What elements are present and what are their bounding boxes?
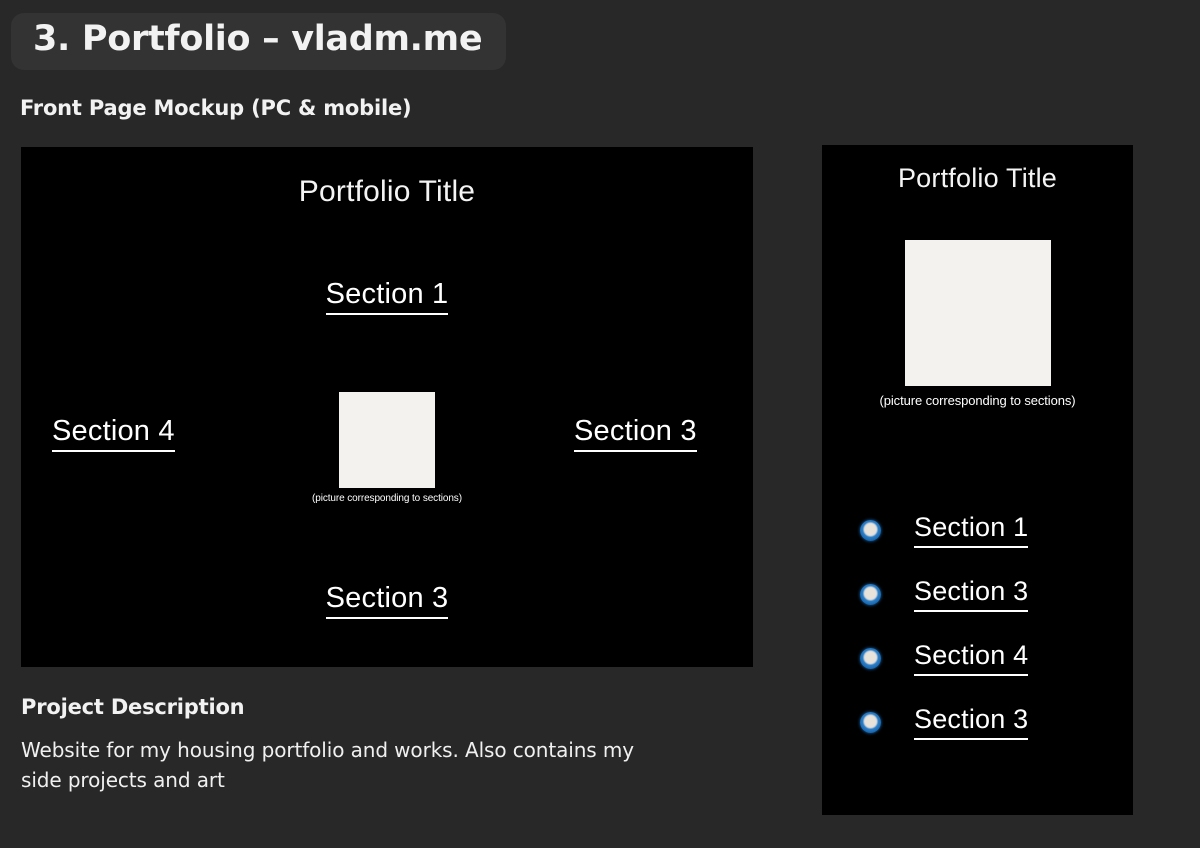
framed-picture-icon <box>339 392 435 488</box>
slide-root: 3. Portfolio – vladm.me Front Page Mocku… <box>0 0 1200 848</box>
desktop-section-bottom: Section 3 <box>21 582 753 620</box>
mobile-section-link[interactable]: Section 3 <box>914 576 1029 612</box>
page-title: 3. Portfolio – vladm.me <box>33 19 483 59</box>
radio-button-icon <box>860 519 881 541</box>
project-description-body: Website for my housing portfolio and wor… <box>21 738 634 792</box>
mobile-section-link[interactable]: Section 4 <box>914 640 1029 676</box>
desktop-picture-caption: (picture corresponding to sections) <box>312 493 462 504</box>
mobile-portfolio-title: Portfolio Title <box>897 163 1058 193</box>
radio-button-icon <box>860 711 881 733</box>
list-item[interactable]: Section 3 <box>822 562 1133 626</box>
list-item[interactable]: Section 1 <box>822 498 1133 562</box>
mobile-section-link[interactable]: Section 3 <box>914 704 1029 740</box>
mobile-section-list: Section 1 Section 3 Section 4 Section 3 <box>822 498 1133 754</box>
page-title-badge: 3. Portfolio – vladm.me <box>11 13 507 70</box>
project-description-heading: Project Description <box>21 695 245 719</box>
desktop-picture-block: (picture corresponding to sections) <box>21 392 753 504</box>
mobile-section-link[interactable]: Section 1 <box>914 512 1029 548</box>
desktop-portfolio-title: Portfolio Title <box>298 175 476 208</box>
page-subtitle: Front Page Mockup (PC & mobile) <box>20 96 412 120</box>
list-item[interactable]: Section 4 <box>822 626 1133 690</box>
section-link-top[interactable]: Section 1 <box>325 278 449 316</box>
mobile-picture-block: (picture corresponding to sections) <box>822 240 1133 408</box>
desktop-section-top: Section 1 <box>21 278 753 316</box>
mobile-picture-caption: (picture corresponding to sections) <box>879 393 1076 408</box>
desktop-mockup-panel: Portfolio Title Section 1 Section 4 Sect… <box>21 147 753 667</box>
list-item[interactable]: Section 3 <box>822 690 1133 754</box>
mobile-mockup-panel: Portfolio Title (picture corresponding t… <box>822 145 1133 815</box>
framed-picture-icon <box>904 240 1051 386</box>
radio-button-icon <box>860 583 881 605</box>
radio-button-icon <box>860 647 881 669</box>
section-link-bottom[interactable]: Section 3 <box>325 582 449 620</box>
